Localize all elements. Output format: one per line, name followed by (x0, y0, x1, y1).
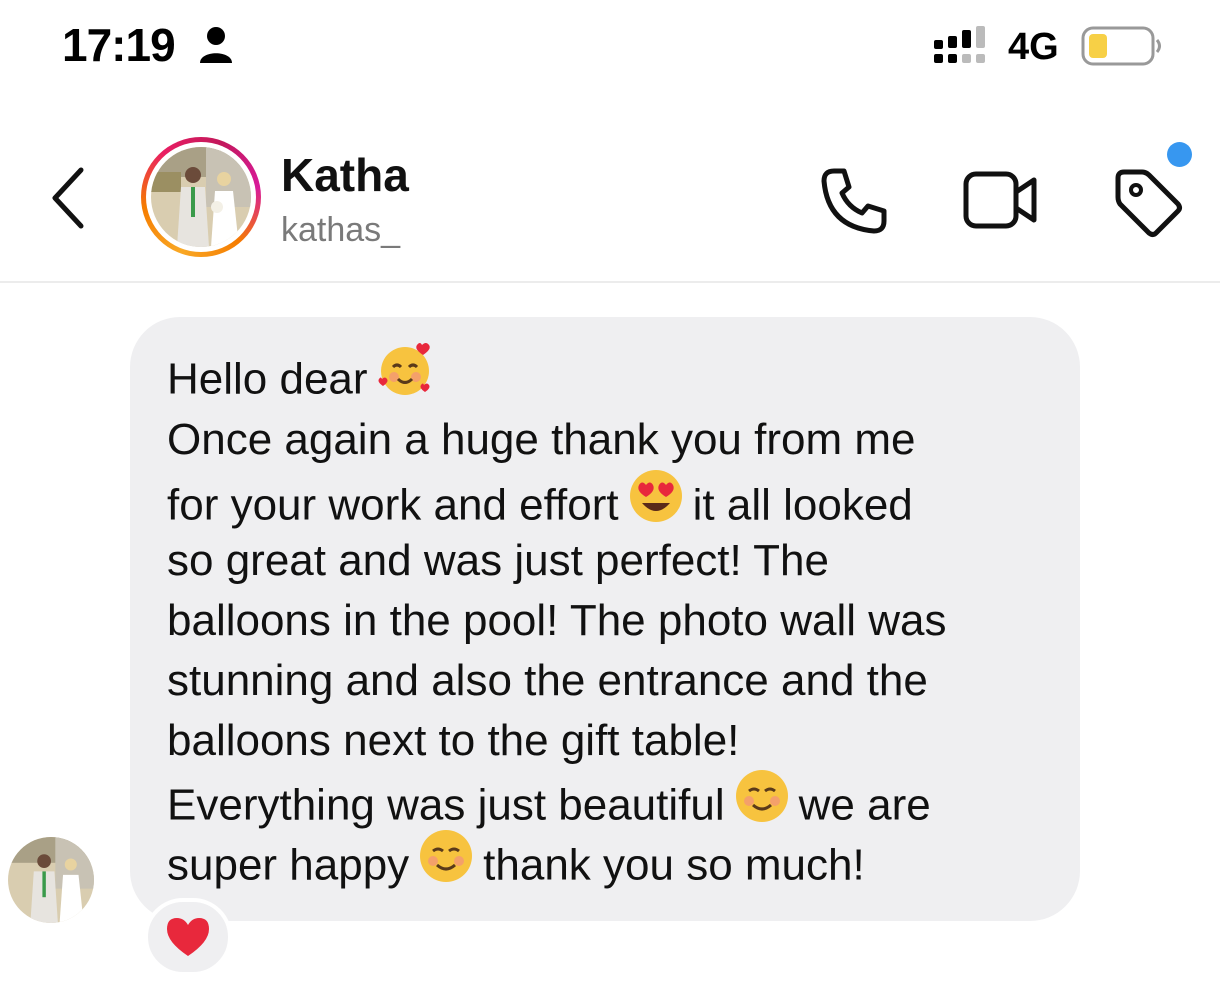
avatar-photo (151, 147, 251, 247)
smiling-face-with-hearts-emoji (376, 341, 434, 415)
smiling-face-emoji (733, 767, 791, 841)
header-divider (0, 281, 1220, 283)
message-line: super happy thank you so much! (167, 830, 865, 905)
contact-avatar[interactable] (141, 137, 261, 257)
smiling-face-emoji (417, 827, 475, 901)
notification-dot (1167, 142, 1192, 167)
network-label: 4G (1008, 26, 1059, 68)
contact-username: kathas_ (281, 211, 401, 249)
back-button[interactable] (45, 165, 95, 231)
contact-name[interactable]: Katha (281, 148, 409, 202)
call-button[interactable] (818, 165, 890, 237)
heart-eyes-emoji (627, 467, 685, 541)
reaction-badge[interactable] (144, 898, 232, 976)
battery-icon (1081, 26, 1161, 66)
video-camera-icon (963, 171, 1037, 229)
tag-button[interactable] (1110, 164, 1186, 240)
message-line: stunning and also the entrance and the (167, 656, 928, 705)
message-line: Hello dear (167, 343, 442, 419)
signal-icon (934, 26, 985, 63)
heart-reaction-icon (167, 918, 209, 956)
phone-icon (821, 168, 887, 234)
status-time: 17:19 (62, 19, 176, 71)
video-button[interactable] (962, 168, 1040, 232)
sender-avatar[interactable] (8, 837, 94, 923)
person-icon (200, 27, 232, 63)
message-line: Once again a huge thank you from me (167, 415, 916, 464)
message-line: so great and was just perfect! The (167, 536, 829, 585)
back-chevron-icon (52, 167, 84, 229)
message-line: balloons in the pool! The photo wall was (167, 596, 947, 645)
message-line: balloons next to the gift table! (167, 716, 740, 765)
tag-icon (1115, 169, 1182, 237)
